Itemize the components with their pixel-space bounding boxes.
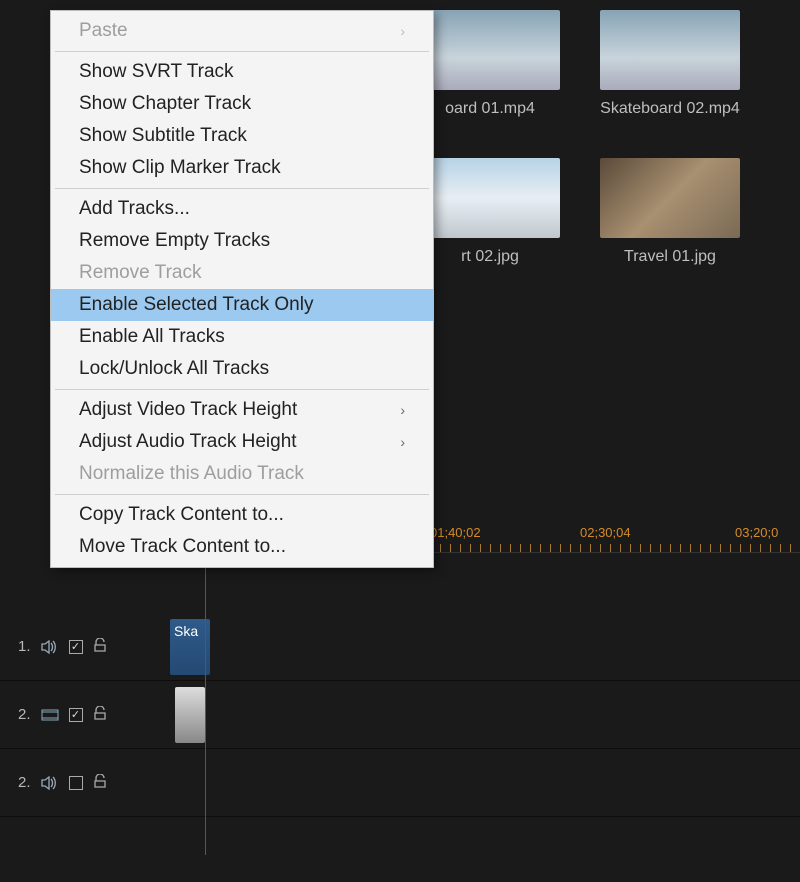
media-thumb[interactable]: Skateboard 02.mp4 <box>600 10 740 118</box>
menu-paste[interactable]: Paste › <box>51 15 433 47</box>
menu-label: Adjust Video Track Height <box>79 399 297 421</box>
submenu-arrow-icon: › <box>400 402 405 418</box>
menu-label: Show Clip Marker Track <box>79 157 281 179</box>
menu-separator <box>55 389 429 390</box>
menu-show-clip-marker[interactable]: Show Clip Marker Track <box>51 152 433 184</box>
menu-show-subtitle[interactable]: Show Subtitle Track <box>51 120 433 152</box>
speaker-icon[interactable] <box>41 640 59 654</box>
menu-label: Copy Track Content to... <box>79 504 284 526</box>
timeline-clip[interactable] <box>175 687 205 743</box>
menu-move-track-content[interactable]: Move Track Content to... <box>51 531 433 563</box>
menu-remove-track[interactable]: Remove Track <box>51 257 433 289</box>
menu-adjust-video-height[interactable]: Adjust Video Track Height › <box>51 394 433 426</box>
track-enable-checkbox[interactable]: ✓ <box>69 708 83 722</box>
menu-remove-empty[interactable]: Remove Empty Tracks <box>51 225 433 257</box>
track-row[interactable]: 1. ✓ Ska <box>0 613 800 681</box>
submenu-arrow-icon: › <box>400 23 405 39</box>
ruler-time: 02;30;04 <box>580 525 631 540</box>
menu-separator <box>55 51 429 52</box>
ruler-time: 03;20;0 <box>735 525 778 540</box>
menu-label: Lock/Unlock All Tracks <box>79 358 269 380</box>
thumbnail-label: oard 01.mp4 <box>445 100 535 118</box>
track-header: 1. ✓ <box>0 638 170 655</box>
track-enable-checkbox[interactable] <box>69 776 83 790</box>
menu-label: Paste <box>79 20 128 42</box>
speaker-icon[interactable] <box>41 776 59 790</box>
thumbnail-image <box>600 158 740 238</box>
thumbnail-image <box>600 10 740 90</box>
thumbnail-label: rt 02.jpg <box>461 248 519 266</box>
menu-label: Normalize this Audio Track <box>79 463 304 485</box>
media-thumb[interactable]: rt 02.jpg <box>420 158 560 266</box>
track-enable-checkbox[interactable]: ✓ <box>69 640 83 654</box>
thumbnail-image <box>420 158 560 238</box>
context-menu: Paste › Show SVRT Track Show Chapter Tra… <box>50 10 434 568</box>
menu-separator <box>55 494 429 495</box>
film-icon[interactable] <box>41 708 59 722</box>
track-row[interactable]: 2. ✓ <box>0 681 800 749</box>
track-header: 2. <box>0 774 170 791</box>
track-row[interactable]: 2. <box>0 749 800 817</box>
lock-icon[interactable] <box>93 706 107 723</box>
menu-copy-track-content[interactable]: Copy Track Content to... <box>51 499 433 531</box>
menu-normalize-audio[interactable]: Normalize this Audio Track <box>51 458 433 490</box>
media-thumb[interactable]: oard 01.mp4 <box>420 10 560 118</box>
menu-label: Remove Track <box>79 262 201 284</box>
track-number: 1. <box>18 638 31 655</box>
menu-separator <box>55 188 429 189</box>
menu-enable-selected-only[interactable]: Enable Selected Track Only <box>51 289 433 321</box>
menu-label: Enable Selected Track Only <box>79 294 313 316</box>
lock-icon[interactable] <box>93 774 107 791</box>
lock-icon[interactable] <box>93 638 107 655</box>
menu-show-svrt[interactable]: Show SVRT Track <box>51 56 433 88</box>
menu-label: Adjust Audio Track Height <box>79 431 297 453</box>
thumbnail-label: Travel 01.jpg <box>624 248 716 266</box>
thumbnail-image <box>420 10 560 90</box>
ruler-time: 01;40;02 <box>430 525 481 540</box>
menu-adjust-audio-height[interactable]: Adjust Audio Track Height › <box>51 426 433 458</box>
thumbnail-label: Skateboard 02.mp4 <box>600 100 740 118</box>
menu-label: Enable All Tracks <box>79 326 225 348</box>
menu-label: Remove Empty Tracks <box>79 230 270 252</box>
playhead[interactable] <box>205 555 206 855</box>
track-header: 2. ✓ <box>0 706 170 723</box>
media-thumb[interactable]: Travel 01.jpg <box>600 158 740 266</box>
menu-label: Show SVRT Track <box>79 61 234 83</box>
menu-lock-unlock-all[interactable]: Lock/Unlock All Tracks <box>51 353 433 385</box>
timeline: 01;40;02 02;30;04 03;20;0 1. ✓ Ska 2. ✓ <box>0 525 800 817</box>
timeline-clip[interactable]: Ska <box>170 619 210 675</box>
menu-label: Add Tracks... <box>79 198 190 220</box>
menu-label: Move Track Content to... <box>79 536 286 558</box>
clip-label: Ska <box>174 623 198 639</box>
menu-show-chapter[interactable]: Show Chapter Track <box>51 88 433 120</box>
menu-label: Show Subtitle Track <box>79 125 247 147</box>
track-number: 2. <box>18 706 31 723</box>
menu-label: Show Chapter Track <box>79 93 251 115</box>
menu-add-tracks[interactable]: Add Tracks... <box>51 193 433 225</box>
submenu-arrow-icon: › <box>400 434 405 450</box>
menu-enable-all[interactable]: Enable All Tracks <box>51 321 433 353</box>
track-number: 2. <box>18 774 31 791</box>
